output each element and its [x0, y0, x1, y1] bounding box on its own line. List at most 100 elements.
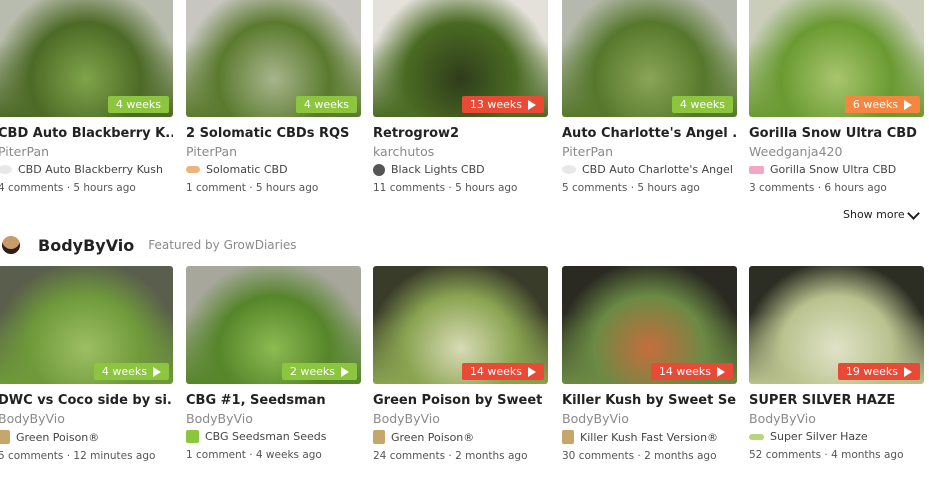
strain-link[interactable]: Black Lights CBD — [373, 163, 548, 176]
weeks-badge-label: 4 weeks — [679, 98, 725, 111]
strain-link[interactable]: CBD Auto Blackberry Kush — [0, 163, 173, 176]
strain-link[interactable]: CBD Auto Charlotte's Angel — [562, 163, 737, 176]
diary-meta: 4 comments · 5 hours ago — [0, 182, 136, 194]
strain-link[interactable]: Gorilla Snow Ultra CBD — [749, 163, 924, 176]
diary-title[interactable]: 2 Solomatic CBDs RQS — [186, 126, 361, 141]
diary-title[interactable]: Auto Charlotte's Angel ... — [562, 126, 737, 141]
diary-title[interactable]: Green Poison by Sweet ... — [373, 393, 548, 408]
diary-thumbnail[interactable]: 2 weeks — [186, 266, 361, 384]
weeks-badge-label: 13 weeks — [469, 98, 522, 111]
strain-name: CBD Auto Charlotte's Angel — [582, 163, 733, 176]
diary-meta: 5 comments · 12 minutes ago — [0, 450, 156, 462]
diary-meta: 24 comments · 2 months ago — [373, 450, 528, 462]
strain-name: Super Silver Haze — [770, 430, 868, 443]
section-subtitle: Featured by GrowDiaries — [148, 238, 297, 252]
diary-author[interactable]: BodyByVio — [373, 411, 548, 426]
diary-author[interactable]: PiterPan — [0, 144, 173, 159]
diary-card[interactable]: 4 weeks CBD Auto Blackberry K... PiterPan C… — [0, 0, 173, 194]
strain-link[interactable]: Green Poison® — [373, 430, 548, 444]
logo-icon — [749, 165, 764, 174]
diary-thumbnail[interactable]: 4 weeks — [0, 266, 173, 384]
weeks-badge: 2 weeks — [281, 363, 357, 380]
diary-author[interactable]: BodyByVio — [0, 411, 173, 426]
strain-link[interactable]: Super Silver Haze — [749, 430, 924, 443]
strain-name: Green Poison® — [391, 430, 475, 444]
play-icon — [528, 99, 536, 110]
diary-title[interactable]: Gorilla Snow Ultra CBD — [749, 126, 924, 141]
weeks-badge: 4 weeks — [107, 96, 169, 113]
diary-author[interactable]: BodyByVio — [186, 411, 361, 426]
strain-link[interactable]: Solomatic CBD — [186, 163, 361, 176]
weeks-badge-label: 14 weeks — [469, 365, 522, 378]
show-more-button[interactable]: Show more — [843, 206, 920, 221]
bottle-icon — [373, 430, 385, 444]
diary-title[interactable]: DWC vs Coco side by si... — [0, 393, 173, 408]
diary-author[interactable]: PiterPan — [186, 144, 361, 159]
diary-thumbnail[interactable]: 6 weeks — [749, 0, 924, 117]
diary-meta: 5 comments · 5 hours ago — [562, 182, 700, 194]
weeks-badge: 14 weeks — [650, 363, 733, 380]
play-icon — [904, 99, 912, 110]
strain-link[interactable]: Killer Kush Fast Version® — [562, 430, 737, 444]
diary-title[interactable]: CBD Auto Blackberry K... — [0, 126, 173, 141]
weeks-badge-label: 4 weeks — [303, 98, 349, 111]
diary-thumbnail[interactable]: 4 weeks — [0, 0, 173, 117]
seed-icon — [186, 166, 200, 173]
weeks-badge: 4 weeks — [93, 363, 169, 380]
diary-row-1: 4 weeks CBD Auto Blackberry K... PiterPan C… — [0, 0, 929, 200]
weeks-badge-label: 4 weeks — [115, 98, 161, 111]
diary-card[interactable]: 4 weeks DWC vs Coco side by si... BodyByVi… — [0, 266, 173, 462]
strain-name: Solomatic CBD — [206, 163, 288, 176]
strain-name: Killer Kush Fast Version® — [580, 430, 719, 444]
diary-author[interactable]: Weedganja420 — [749, 144, 924, 159]
weeks-badge: 6 weeks — [844, 96, 920, 113]
bottle-icon — [0, 430, 10, 444]
diary-title[interactable]: Killer Kush by Sweet Se... — [562, 393, 737, 408]
diary-thumbnail[interactable]: 4 weeks — [562, 0, 737, 117]
diary-author[interactable]: PiterPan — [562, 144, 737, 159]
strain-name: CBD Auto Blackberry Kush — [18, 163, 163, 176]
diary-thumbnail[interactable]: 13 weeks — [373, 0, 548, 117]
diary-meta: 30 comments · 2 months ago — [562, 450, 717, 462]
strain-link[interactable]: Green Poison® — [0, 430, 173, 444]
play-icon — [717, 366, 725, 377]
diary-card[interactable]: 13 weeks Retrogrow2 karchutos Black Lights … — [373, 0, 548, 194]
diary-card[interactable]: 4 weeks Auto Charlotte's Angel ... PiterPa… — [562, 0, 737, 194]
cbg-icon — [186, 430, 199, 443]
diary-card[interactable]: 4 weeks 2 Solomatic CBDs RQS PiterPan Solom… — [186, 0, 361, 194]
diary-meta: 3 comments · 6 hours ago — [749, 182, 887, 194]
diary-card[interactable]: 19 weeks SUPER SILVER HAZE BodyByVio Super … — [749, 266, 924, 461]
featured-section-header: BodyByVio Featured by GrowDiaries — [0, 232, 400, 258]
strain-name: CBG Seedsman Seeds — [205, 430, 327, 443]
diary-title[interactable]: SUPER SILVER HAZE — [749, 393, 924, 408]
strain-name: Gorilla Snow Ultra CBD — [770, 163, 897, 176]
weeks-badge-label: 14 weeks — [658, 365, 711, 378]
diary-thumbnail[interactable]: 14 weeks — [373, 266, 548, 384]
diary-card[interactable]: 14 weeks Killer Kush by Sweet Se... BodyBy… — [562, 266, 737, 462]
diary-author[interactable]: BodyByVio — [749, 411, 924, 426]
diary-author[interactable]: BodyByVio — [562, 411, 737, 426]
chevron-down-icon — [906, 206, 920, 220]
diary-title[interactable]: CBG #1, Seedsman — [186, 393, 361, 408]
diary-author[interactable]: karchutos — [373, 144, 548, 159]
leaf-icon — [0, 165, 12, 174]
weeks-badge-label: 19 weeks — [845, 365, 898, 378]
diary-meta: 1 comment · 4 weeks ago — [186, 449, 322, 461]
strain-link[interactable]: CBG Seedsman Seeds — [186, 430, 361, 443]
diary-thumbnail[interactable]: 14 weeks — [562, 266, 737, 384]
diary-meta: 52 comments · 4 months ago — [749, 449, 904, 461]
weeks-badge-label: 2 weeks — [289, 365, 335, 378]
section-author-name[interactable]: BodyByVio — [38, 236, 134, 255]
strain-name: Black Lights CBD — [391, 163, 485, 176]
diary-thumbnail[interactable]: 4 weeks — [186, 0, 361, 117]
diary-card[interactable]: 2 weeks CBG #1, Seedsman BodyByVio CBG Seed… — [186, 266, 361, 461]
play-icon — [904, 366, 912, 377]
diary-row-2: 4 weeks DWC vs Coco side by si... BodyByVi… — [0, 266, 929, 476]
leaf-icon — [562, 165, 576, 174]
diary-card[interactable]: 6 weeks Gorilla Snow Ultra CBD Weedganja42… — [749, 0, 924, 194]
diary-thumbnail[interactable]: 19 weeks — [749, 266, 924, 384]
diary-card[interactable]: 14 weeks Green Poison by Sweet ... BodyByV… — [373, 266, 548, 462]
weeks-badge: 4 weeks — [295, 96, 357, 113]
diary-title[interactable]: Retrogrow2 — [373, 126, 548, 141]
avatar[interactable] — [2, 236, 20, 254]
